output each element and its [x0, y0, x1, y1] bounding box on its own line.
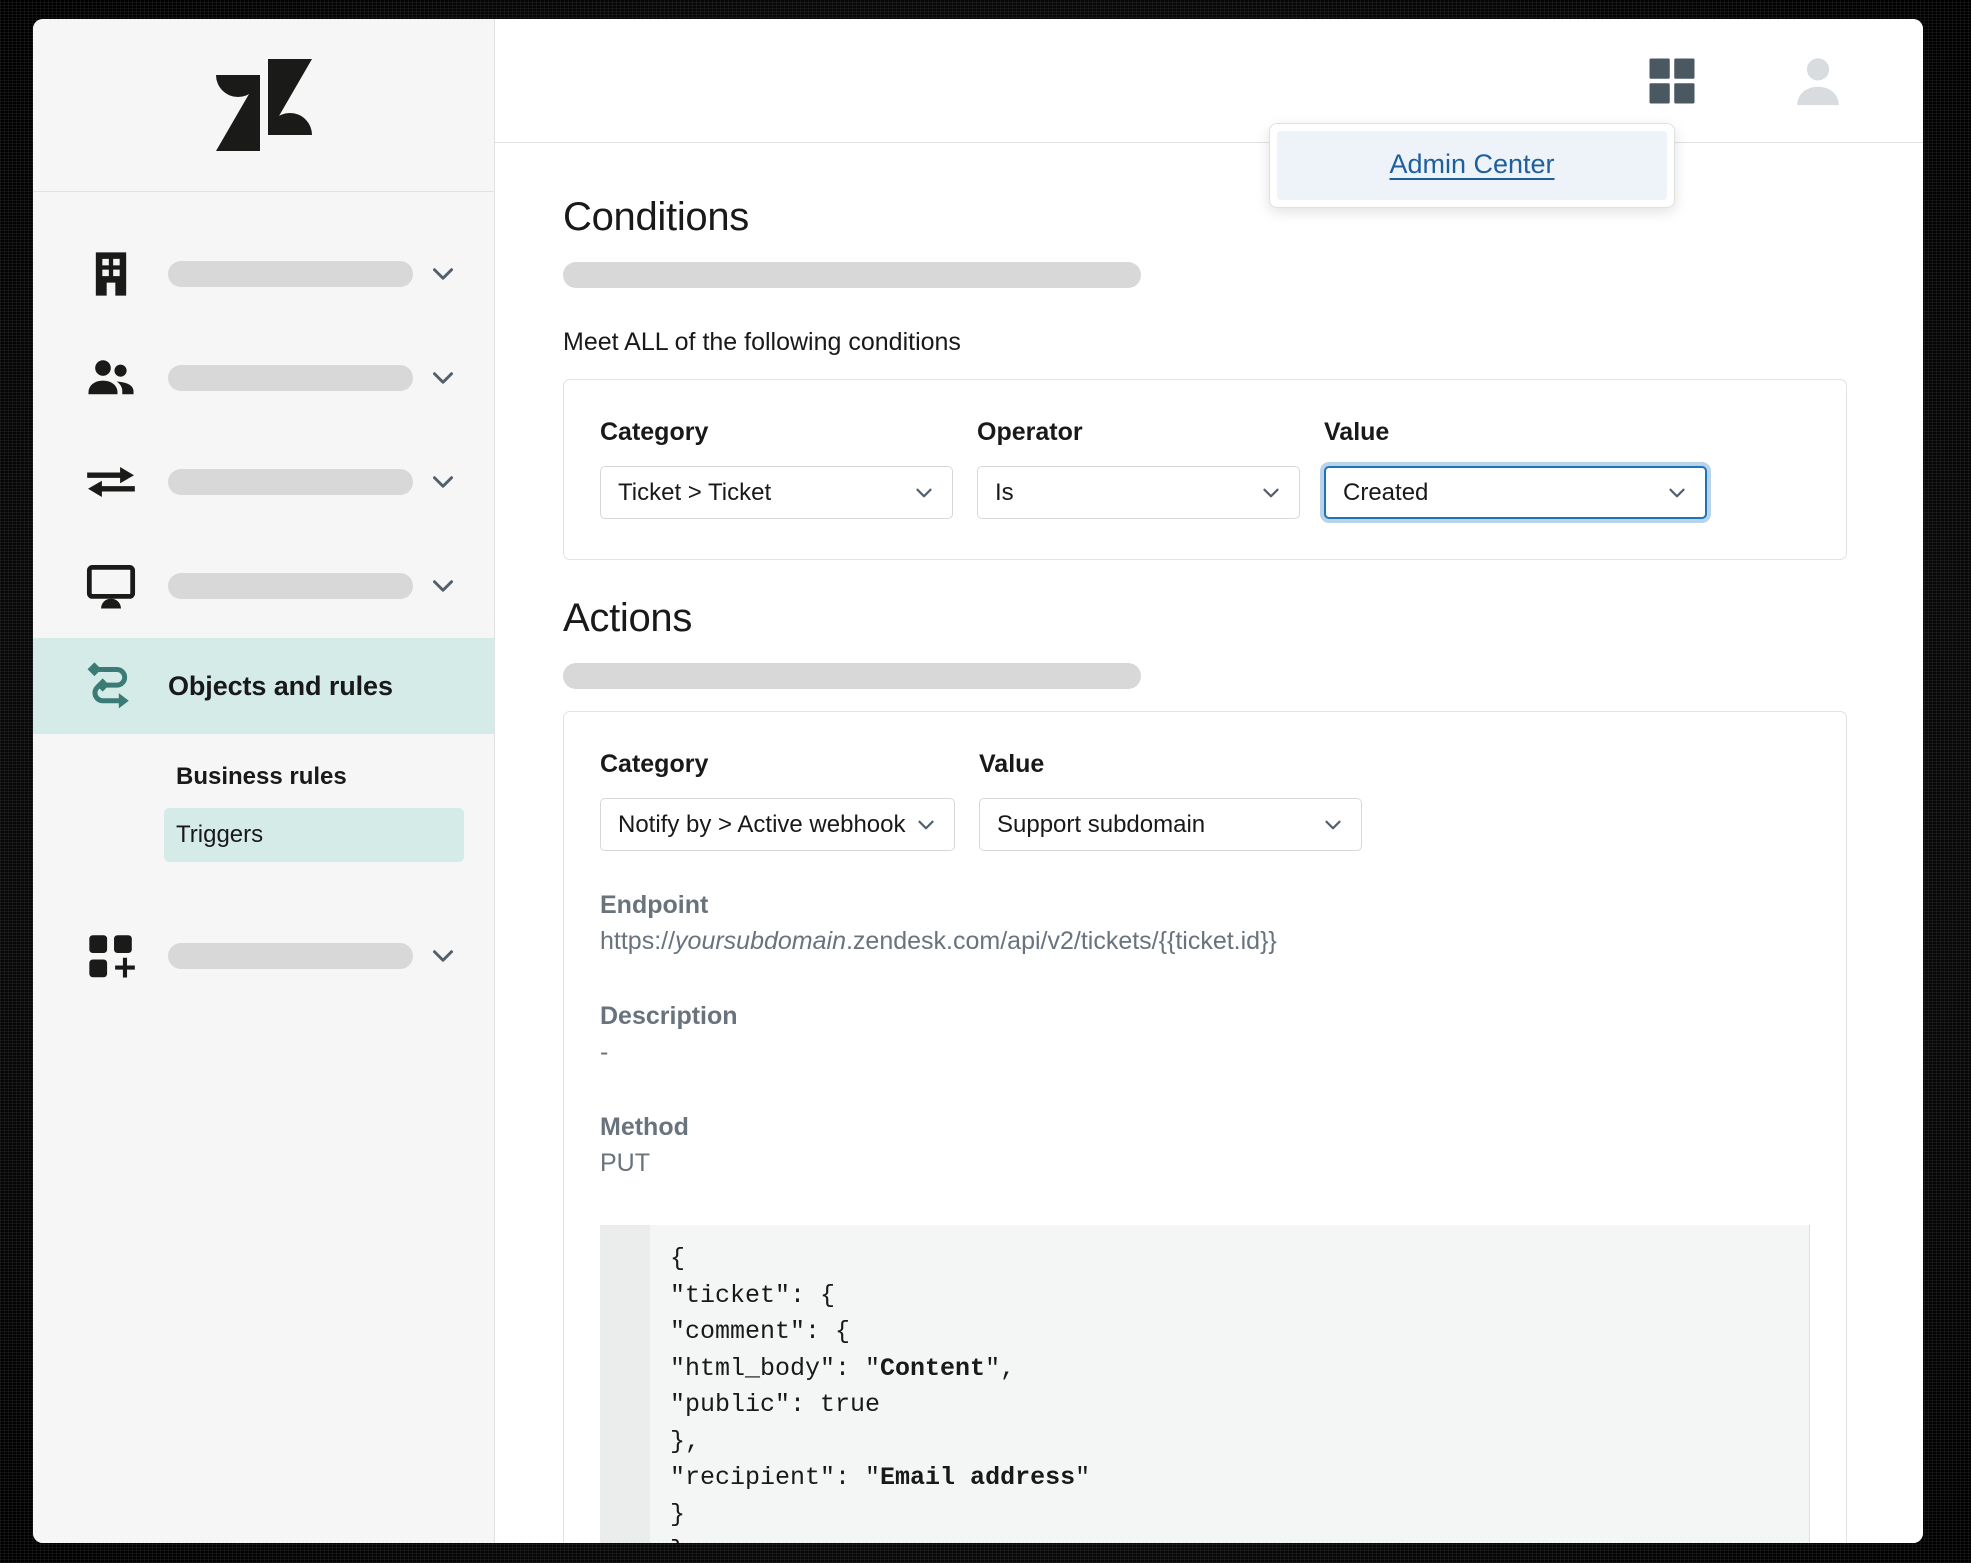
chevron-down-icon	[1664, 480, 1690, 506]
admin-center-menu: Admin Center	[1269, 123, 1675, 208]
condition-category-select[interactable]: Ticket > Ticket	[600, 466, 953, 519]
condition-operator-select[interactable]: Is	[977, 466, 1300, 519]
actions-subtitle-redacted	[563, 663, 1141, 689]
chevron-down-icon[interactable]	[426, 257, 460, 291]
chevron-down-icon[interactable]	[426, 569, 460, 603]
code-gutter	[600, 1225, 650, 1543]
sidebar-item-label: Objects and rules	[168, 670, 393, 701]
sidebar-item-label-redacted	[168, 365, 413, 391]
content-area: Conditions Meet ALL of the following con…	[495, 143, 1923, 1543]
actions-heading: Actions	[563, 596, 693, 640]
menu-item-admin-center[interactable]: Admin Center	[1277, 131, 1667, 200]
sidebar-subitem-business-rules[interactable]: Business rules	[33, 752, 494, 802]
chevron-down-icon	[1320, 812, 1346, 838]
sidebar-item-label-redacted	[168, 261, 413, 287]
condition-operator-label: Operator	[977, 418, 1083, 446]
sidebar-item-label-redacted	[168, 469, 413, 495]
method-label: Method	[600, 1113, 689, 1141]
zendesk-logo	[215, 59, 312, 151]
sidebar-nav: Objects and rules Business rules Trigger…	[33, 192, 494, 1008]
actions-card: Category Notify by > Active webhook Valu…	[563, 711, 1847, 1543]
endpoint-variable: yoursubdomain	[675, 927, 846, 955]
chevron-down-icon	[1258, 480, 1284, 506]
sidebar-item-people[interactable]	[33, 326, 494, 430]
chevron-down-icon[interactable]	[426, 361, 460, 395]
condition-value-label: Value	[1324, 418, 1390, 446]
chevron-down-icon	[911, 480, 937, 506]
action-value-label: Value	[979, 750, 1045, 778]
building-icon	[85, 248, 141, 300]
action-value-field: Value Support subdomain	[979, 750, 1362, 851]
sidebar-item-label-redacted	[168, 943, 413, 969]
sidebar-item-channels[interactable]	[33, 430, 494, 534]
action-value-value: Support subdomain	[997, 810, 1206, 838]
endpoint-label: Endpoint	[600, 891, 709, 919]
sidebar-subitem-triggers[interactable]: Triggers	[164, 808, 464, 862]
sidebar-item-objects-and-rules[interactable]: Objects and rules	[33, 638, 494, 734]
products-grid-icon[interactable]	[1645, 54, 1699, 108]
condition-operator-value: Is	[995, 478, 1014, 506]
sidebar: Objects and rules Business rules Trigger…	[33, 19, 495, 1543]
sidebar-logo[interactable]	[33, 19, 494, 192]
condition-category-value: Ticket > Ticket	[618, 478, 772, 506]
condition-value-select[interactable]: Created	[1324, 466, 1707, 519]
chevron-down-icon[interactable]	[426, 939, 460, 973]
action-category-value: Notify by > Active webhook	[618, 810, 906, 838]
objects-and-rules-icon	[85, 660, 141, 712]
sidebar-item-workspaces[interactable]	[33, 534, 494, 638]
description-label: Description	[600, 1002, 738, 1030]
conditions-card: Category Ticket > Ticket Operator Is Val…	[563, 379, 1847, 560]
conditions-subtitle-redacted	[563, 262, 1141, 288]
actions-field-row: Category Notify by > Active webhook Valu…	[600, 750, 1810, 851]
description-value: -	[600, 1038, 609, 1066]
description-block: Description -	[600, 1002, 1810, 1067]
sidebar-item-label-redacted	[168, 573, 413, 599]
admin-center-link[interactable]: Admin Center	[1389, 149, 1554, 179]
action-category-label: Category	[600, 750, 709, 778]
sidebar-subnav: Business rules Triggers	[33, 734, 494, 862]
user-avatar-icon[interactable]	[1789, 52, 1847, 110]
chevron-down-icon[interactable]	[426, 465, 460, 499]
endpoint-block: Endpoint https://yoursubdomain.zendesk.c…	[600, 891, 1810, 956]
condition-category-label: Category	[600, 418, 709, 446]
action-category-select[interactable]: Notify by > Active webhook	[600, 798, 955, 851]
endpoint-prefix: https://	[600, 927, 676, 955]
condition-value-field: Value Created	[1324, 418, 1707, 519]
workspace-monitor-icon	[85, 560, 141, 612]
topbar: Admin Center	[495, 19, 1923, 208]
action-value-select[interactable]: Support subdomain	[979, 798, 1362, 851]
condition-value-value: Created	[1343, 478, 1429, 506]
main-area: Admin Center Conditions Meet ALL of the …	[495, 19, 1923, 1543]
action-category-field: Category Notify by > Active webhook	[600, 750, 955, 851]
people-icon	[85, 352, 141, 404]
request-body-code-block: { "ticket": { "comment": { "html_body": …	[600, 1225, 1810, 1543]
condition-operator-field: Operator Is	[977, 418, 1300, 519]
apps-add-icon	[85, 930, 141, 982]
request-body-code: { "ticket": { "comment": { "html_body": …	[670, 1244, 1091, 1543]
method-block: Method PUT	[600, 1113, 1810, 1178]
two-way-arrows-icon	[85, 456, 141, 508]
meet-all-label: Meet ALL of the following conditions	[563, 328, 961, 356]
endpoint-value: https://yoursubdomain.zendesk.com/api/v2…	[600, 927, 1810, 956]
sidebar-item-account[interactable]	[33, 222, 494, 326]
sidebar-item-apps[interactable]	[33, 904, 494, 1008]
condition-category-field: Category Ticket > Ticket	[600, 418, 953, 519]
conditions-field-row: Category Ticket > Ticket Operator Is Val…	[600, 418, 1810, 519]
method-value: PUT	[600, 1149, 650, 1177]
endpoint-suffix: .zendesk.com/api/v2/tickets/{{ticket.id}…	[845, 927, 1277, 955]
app-window: Objects and rules Business rules Trigger…	[33, 19, 1923, 1543]
chevron-down-icon	[913, 812, 939, 838]
screenshot-frame: Objects and rules Business rules Trigger…	[0, 0, 1971, 1563]
